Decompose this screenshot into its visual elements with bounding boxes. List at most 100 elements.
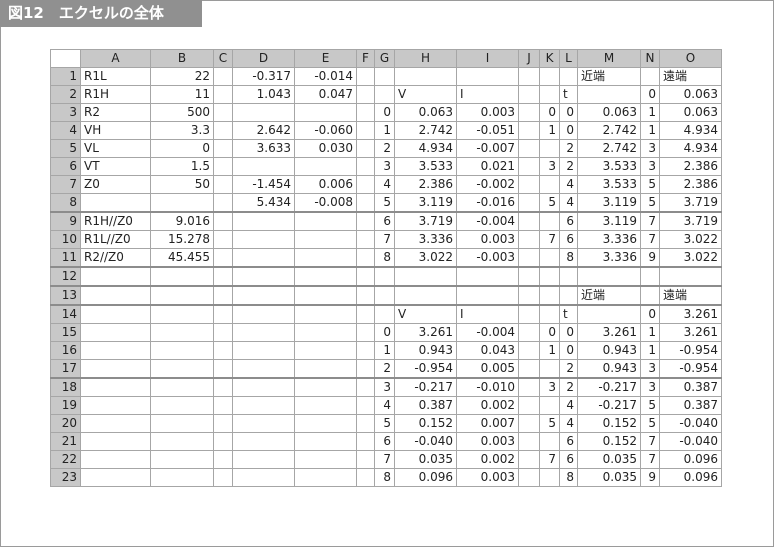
cell-l20[interactable]: 4 [559, 414, 578, 433]
cell-j17[interactable] [518, 359, 540, 379]
cell-j23[interactable] [518, 468, 540, 487]
cell-c5[interactable] [213, 139, 233, 158]
cell-k18[interactable]: 3 [539, 377, 560, 397]
cell-d5[interactable]: 3.633 [232, 139, 295, 158]
cell-f17[interactable] [356, 359, 375, 379]
cell-c8[interactable] [213, 193, 233, 213]
cell-e18[interactable] [294, 377, 357, 397]
cell-c7[interactable] [213, 175, 233, 194]
cell-o18[interactable]: 0.387 [659, 377, 722, 397]
cell-o6[interactable]: 2.386 [659, 157, 722, 176]
cell-a23[interactable] [80, 468, 151, 487]
row-header[interactable]: 6 [50, 157, 81, 176]
cell-c13[interactable] [213, 285, 233, 306]
cell-n13[interactable] [640, 285, 660, 306]
cell-h5[interactable]: 4.934 [394, 139, 457, 158]
cell-k11[interactable] [539, 248, 560, 268]
cell-a21[interactable] [80, 432, 151, 451]
cell-h1[interactable] [394, 67, 457, 86]
cell-e12[interactable] [294, 266, 357, 287]
cell-f6[interactable] [356, 157, 375, 176]
cell-m16[interactable]: 0.943 [577, 341, 641, 360]
cell-h2[interactable]: V [394, 85, 457, 104]
cell-o8[interactable]: 3.719 [659, 193, 722, 213]
cell-i21[interactable]: 0.003 [456, 432, 519, 451]
cell-h23[interactable]: 0.096 [394, 468, 457, 487]
cell-b23[interactable] [150, 468, 214, 487]
cell-h16[interactable]: 0.943 [394, 341, 457, 360]
cell-l12[interactable] [559, 266, 578, 287]
cell-g21[interactable]: 6 [374, 432, 395, 451]
cell-f10[interactable] [356, 230, 375, 249]
column-header-j[interactable]: J [518, 49, 540, 68]
cell-i8[interactable]: -0.016 [456, 193, 519, 213]
cell-i3[interactable]: 0.003 [456, 103, 519, 122]
cell-l21[interactable]: 6 [559, 432, 578, 451]
cell-a15[interactable] [80, 323, 151, 342]
cell-b2[interactable]: 11 [150, 85, 214, 104]
cell-e8[interactable]: -0.008 [294, 193, 357, 213]
row-header[interactable]: 1 [50, 67, 81, 86]
cell-i12[interactable] [456, 266, 519, 287]
cell-n23[interactable]: 9 [640, 468, 660, 487]
cell-g3[interactable]: 0 [374, 103, 395, 122]
cell-i19[interactable]: 0.002 [456, 396, 519, 415]
cell-o14[interactable]: 3.261 [659, 304, 722, 324]
cell-i17[interactable]: 0.005 [456, 359, 519, 379]
cell-b9[interactable]: 9.016 [150, 211, 214, 231]
cell-l1[interactable] [559, 67, 578, 86]
cell-l7[interactable]: 4 [559, 175, 578, 194]
cell-n10[interactable]: 7 [640, 230, 660, 249]
cell-h6[interactable]: 3.533 [394, 157, 457, 176]
cell-o19[interactable]: 0.387 [659, 396, 722, 415]
cell-e11[interactable] [294, 248, 357, 268]
cell-d11[interactable] [232, 248, 295, 268]
cell-d8[interactable]: 5.434 [232, 193, 295, 213]
cell-a22[interactable] [80, 450, 151, 469]
cell-k7[interactable] [539, 175, 560, 194]
cell-a8[interactable] [80, 193, 151, 213]
cell-i16[interactable]: 0.043 [456, 341, 519, 360]
cell-o13[interactable]: 遠端 [659, 285, 722, 306]
cell-n3[interactable]: 1 [640, 103, 660, 122]
cell-d4[interactable]: 2.642 [232, 121, 295, 140]
cell-b18[interactable] [150, 377, 214, 397]
cell-f23[interactable] [356, 468, 375, 487]
cell-j14[interactable] [518, 304, 540, 324]
cell-k14[interactable] [539, 304, 560, 324]
cell-i11[interactable]: -0.003 [456, 248, 519, 268]
cell-g14[interactable] [374, 304, 395, 324]
column-header-b[interactable]: B [150, 49, 214, 68]
cell-e15[interactable] [294, 323, 357, 342]
cell-o23[interactable]: 0.096 [659, 468, 722, 487]
cell-d21[interactable] [232, 432, 295, 451]
cell-k22[interactable]: 7 [539, 450, 560, 469]
cell-a6[interactable]: VT [80, 157, 151, 176]
row-header[interactable]: 5 [50, 139, 81, 158]
cell-c11[interactable] [213, 248, 233, 268]
cell-n18[interactable]: 3 [640, 377, 660, 397]
cell-o7[interactable]: 2.386 [659, 175, 722, 194]
cell-d10[interactable] [232, 230, 295, 249]
cell-o4[interactable]: 4.934 [659, 121, 722, 140]
cell-i7[interactable]: -0.002 [456, 175, 519, 194]
cell-e13[interactable] [294, 285, 357, 306]
cell-o9[interactable]: 3.719 [659, 211, 722, 231]
cell-j15[interactable] [518, 323, 540, 342]
cell-o16[interactable]: -0.954 [659, 341, 722, 360]
cell-n2[interactable]: 0 [640, 85, 660, 104]
cell-d18[interactable] [232, 377, 295, 397]
cell-h3[interactable]: 0.063 [394, 103, 457, 122]
cell-a18[interactable] [80, 377, 151, 397]
cell-d15[interactable] [232, 323, 295, 342]
cell-g13[interactable] [374, 285, 395, 306]
row-header[interactable]: 19 [50, 396, 81, 415]
cell-o15[interactable]: 3.261 [659, 323, 722, 342]
cell-c18[interactable] [213, 377, 233, 397]
cell-a9[interactable]: R1H//Z0 [80, 211, 151, 231]
cell-n17[interactable]: 3 [640, 359, 660, 379]
cell-a10[interactable]: R1L//Z0 [80, 230, 151, 249]
cell-e20[interactable] [294, 414, 357, 433]
cell-d7[interactable]: -1.454 [232, 175, 295, 194]
cell-e16[interactable] [294, 341, 357, 360]
